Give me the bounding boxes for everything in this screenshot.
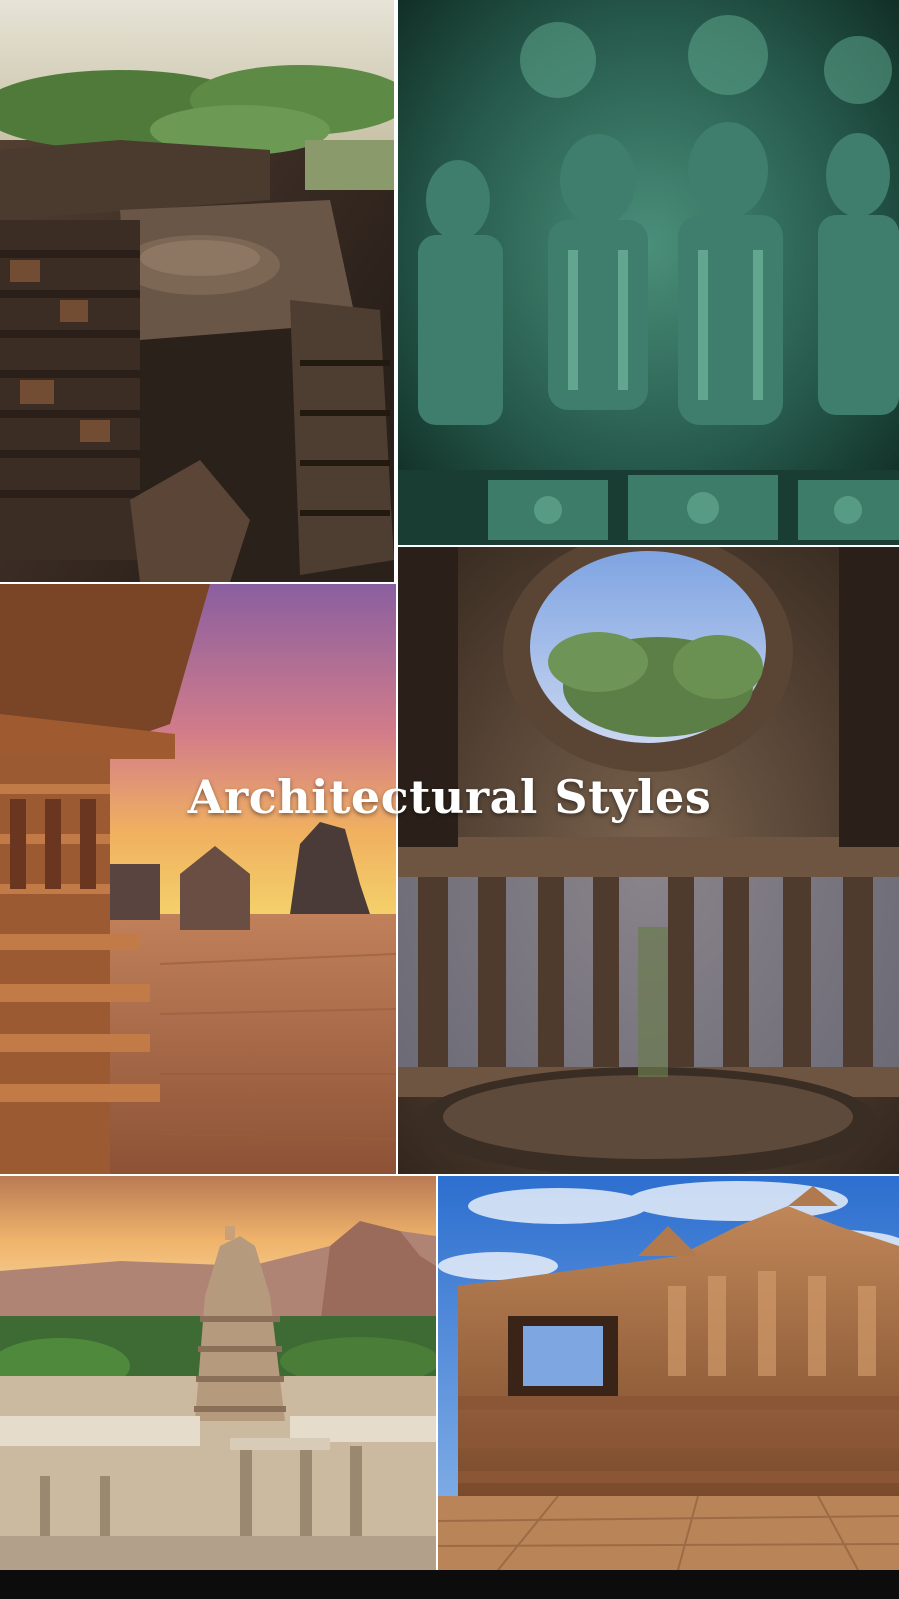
photo-gopuram-hills-sunset bbox=[0, 1176, 436, 1570]
photo-carved-temple-blue-sky bbox=[438, 1176, 899, 1570]
bottom-bar bbox=[0, 1570, 899, 1599]
photo-carved-deity-panel bbox=[398, 0, 899, 545]
photo-rock-cut-temple-aerial bbox=[0, 0, 394, 582]
photo-temple-sunset-courtyard bbox=[0, 584, 396, 1174]
collage-title: Architectural Styles bbox=[187, 770, 712, 824]
photo-pillared-hall-dome bbox=[398, 547, 899, 1174]
